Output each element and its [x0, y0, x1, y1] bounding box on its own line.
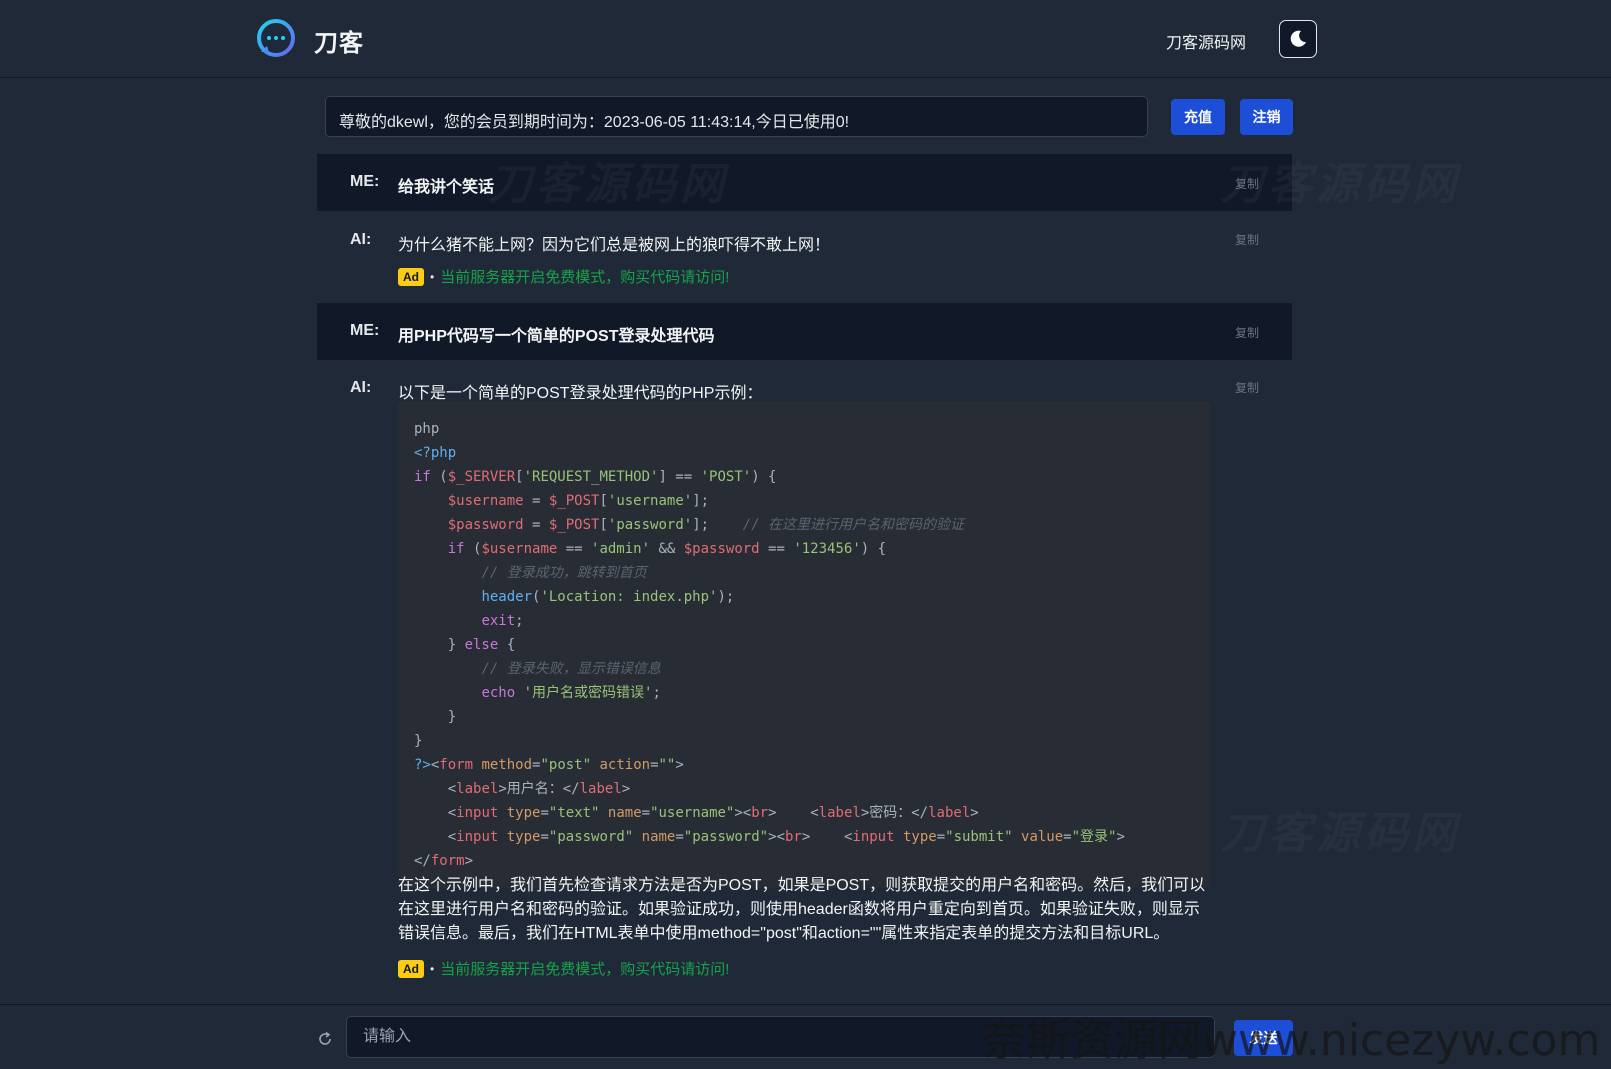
message-text: 用PHP代码写一个简单的POST登录处理代码 — [398, 328, 715, 345]
message-text: 以下是一个简单的POST登录处理代码的PHP示例： — [398, 385, 763, 402]
chat-message-user: ME: 用PHP代码写一个简单的POST登录处理代码 复制 — [317, 303, 1292, 360]
chat-message-user: ME: 给我讲个笑话 复制 — [317, 154, 1292, 211]
theme-toggle-button[interactable] — [1279, 20, 1317, 58]
send-button[interactable]: 发送 — [1234, 1020, 1293, 1056]
message-text: 为什么猪不能上网？因为它们总是被网上的狼吓得不敢上网！ — [398, 237, 831, 254]
chat-logo-icon[interactable] — [255, 18, 297, 60]
explanation-text: 在这个示例中，我们首先检查请求方法是否为POST，如果是POST，则获取提交的用… — [398, 877, 1206, 942]
site-link[interactable]: 刀客源码网 — [1166, 29, 1246, 53]
ad-row[interactable]: Ad • 当前服务器开启免费模式，购买代码请访问! — [398, 958, 729, 979]
copy-button[interactable]: 复制 — [1235, 379, 1259, 396]
role-label: ME: — [350, 322, 380, 339]
bullet-icon: • — [430, 269, 435, 284]
refresh-icon[interactable] — [316, 1030, 334, 1048]
ad-badge: Ad — [398, 959, 424, 978]
membership-notice: 尊敬的dkewl，您的会员到期时间为：2023-06-05 11:43:14,今… — [325, 96, 1148, 137]
code-language-label: php — [414, 421, 440, 437]
logout-button[interactable]: 注销 — [1240, 99, 1293, 135]
copy-button[interactable]: 复制 — [1235, 324, 1259, 341]
moon-icon — [1290, 30, 1306, 47]
ad-text[interactable]: 当前服务器开启免费模式，购买代码请访问! — [440, 958, 729, 979]
ad-badge: Ad — [398, 267, 424, 286]
chat-message-ai: AI: 为什么猪不能上网？因为它们总是被网上的狼吓得不敢上网！ 复制 Ad • … — [317, 211, 1292, 303]
code-block[interactable]: php <?php if ($_SERVER['REQUEST_METHOD']… — [398, 401, 1210, 888]
brand-name: 刀客 — [314, 30, 364, 57]
message-text: 给我讲个笑话 — [398, 179, 495, 196]
role-label: AI: — [350, 379, 372, 396]
chat-message-ai: AI: 以下是一个简单的POST登录处理代码的PHP示例： 复制 php <?p… — [317, 360, 1292, 1002]
recharge-button[interactable]: 充值 — [1171, 99, 1225, 135]
role-label: AI: — [350, 231, 372, 248]
ad-text[interactable]: 当前服务器开启免费模式，购买代码请访问! — [440, 266, 729, 287]
chat-panel[interactable]: ME: 给我讲个笑话 复制 AI: 为什么猪不能上网？因为它们总是被网上的狼吓得… — [317, 154, 1292, 1002]
role-label: ME: — [350, 173, 380, 190]
bullet-icon: • — [430, 961, 435, 976]
message-input[interactable] — [346, 1016, 1215, 1058]
copy-button[interactable]: 复制 — [1235, 175, 1259, 192]
top-header: 刀客 刀客源码网 — [0, 0, 1611, 78]
copy-button[interactable]: 复制 — [1235, 231, 1259, 248]
ad-row[interactable]: Ad • 当前服务器开启免费模式，购买代码请访问! — [398, 266, 729, 287]
